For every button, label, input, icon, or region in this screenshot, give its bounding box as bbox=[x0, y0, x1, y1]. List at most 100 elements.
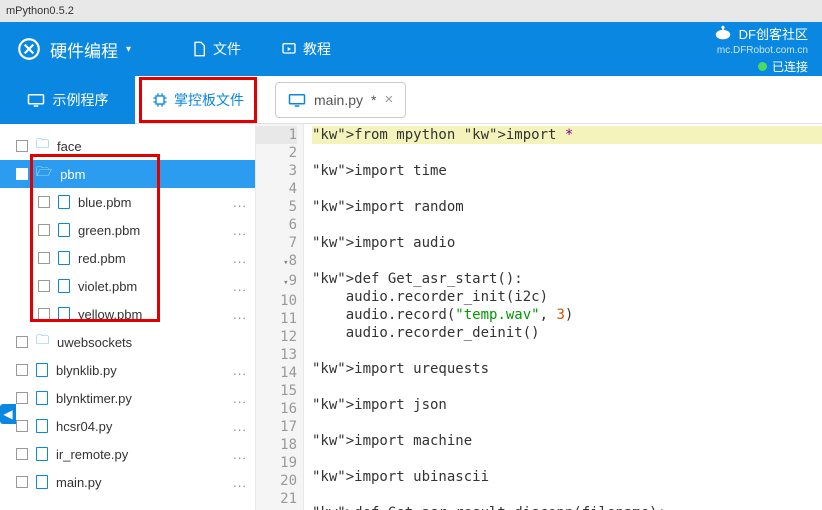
folder-open-icon: 🗁 bbox=[36, 163, 52, 185]
robot-icon bbox=[713, 25, 733, 41]
tree-file[interactable]: blue.pbm... bbox=[0, 188, 255, 216]
more-icon[interactable]: ... bbox=[233, 363, 247, 378]
checkbox-icon[interactable] bbox=[16, 392, 28, 404]
tree-folder-face[interactable]: 🗀 face bbox=[0, 132, 255, 160]
code-area[interactable]: "kw">from mpython "kw">import * "kw">imp… bbox=[304, 124, 822, 510]
more-icon[interactable]: ... bbox=[233, 279, 247, 294]
file-label: blue.pbm bbox=[78, 195, 131, 210]
tree-file[interactable]: violet.pbm... bbox=[0, 272, 255, 300]
checkbox-icon[interactable] bbox=[16, 140, 28, 152]
logo[interactable]: 硬件编程 ▾ bbox=[16, 36, 131, 62]
file-label: red.pbm bbox=[78, 251, 126, 266]
file-icon bbox=[58, 251, 70, 265]
tree-file[interactable]: ir_remote.py... bbox=[0, 440, 255, 468]
file-label: ir_remote.py bbox=[56, 447, 128, 462]
file-label: violet.pbm bbox=[78, 279, 137, 294]
checkbox-icon[interactable] bbox=[16, 168, 28, 180]
file-icon bbox=[58, 279, 70, 293]
file-label: hcsr04.py bbox=[56, 419, 112, 434]
menu: 文件 教程 bbox=[191, 39, 331, 59]
tree-file[interactable]: blynklib.py... bbox=[0, 356, 255, 384]
more-icon[interactable]: ... bbox=[233, 475, 247, 490]
chip-icon bbox=[152, 92, 168, 108]
file-icon bbox=[191, 41, 207, 57]
editor: 1234567▾8▾9101112131415161718192021▾22 "… bbox=[256, 124, 822, 510]
menu-file[interactable]: 文件 bbox=[191, 39, 241, 59]
more-icon[interactable]: ... bbox=[233, 391, 247, 406]
checkbox-icon[interactable] bbox=[38, 280, 50, 292]
brand-sub: mc.DFRobot.com.cn bbox=[717, 45, 808, 56]
play-icon bbox=[281, 41, 297, 57]
file-icon bbox=[36, 419, 48, 433]
file-icon bbox=[58, 195, 70, 209]
file-icon bbox=[36, 391, 48, 405]
file-label: green.pbm bbox=[78, 223, 140, 238]
body: 🗀 face 🗁 pbm blue.pbm...green.pbm...red.… bbox=[0, 124, 822, 510]
tree-folder-pbm[interactable]: 🗁 pbm bbox=[0, 160, 255, 188]
gutter: 1234567▾8▾9101112131415161718192021▾22 bbox=[256, 124, 304, 510]
app-title: mPython0.5.2 bbox=[6, 5, 74, 17]
chevron-down-icon: ▾ bbox=[126, 44, 131, 55]
connection-label: 已连接 bbox=[772, 58, 808, 75]
tab-board-files[interactable]: 掌控板文件 bbox=[139, 77, 257, 123]
more-icon[interactable]: ... bbox=[233, 223, 247, 238]
tabbar: 示例程序 掌控板文件 main.py * × bbox=[0, 76, 822, 124]
open-file-name: main.py bbox=[314, 92, 363, 108]
file-label: yellow.pbm bbox=[78, 307, 142, 322]
checkbox-icon[interactable] bbox=[38, 252, 50, 264]
more-icon[interactable]: ... bbox=[233, 195, 247, 210]
header: 硬件编程 ▾ 文件 教程 DF创客社区 mc.DFRobot.com.cn 已连… bbox=[0, 22, 822, 76]
file-icon bbox=[58, 307, 70, 321]
file-label: blynklib.py bbox=[56, 363, 117, 378]
tree-file[interactable]: main.py... bbox=[0, 468, 255, 496]
sidebar: 🗀 face 🗁 pbm blue.pbm...green.pbm...red.… bbox=[0, 124, 256, 510]
monitor-icon bbox=[288, 93, 306, 107]
folder-label: uwebsockets bbox=[57, 335, 132, 350]
tree-file[interactable]: yellow.pbm... bbox=[0, 300, 255, 328]
brand[interactable]: DF创客社区 bbox=[713, 24, 808, 43]
dirty-indicator: * bbox=[371, 92, 376, 108]
tree-file[interactable]: green.pbm... bbox=[0, 216, 255, 244]
logo-icon bbox=[16, 36, 42, 62]
status-dot-icon bbox=[758, 62, 767, 71]
checkbox-icon[interactable] bbox=[16, 448, 28, 460]
tree-file[interactable]: hcsr04.py... bbox=[0, 412, 255, 440]
checkbox-icon[interactable] bbox=[38, 196, 50, 208]
tree-folder-uwebsockets[interactable]: 🗀 uwebsockets bbox=[0, 328, 255, 356]
more-icon[interactable]: ... bbox=[233, 251, 247, 266]
checkbox-icon[interactable] bbox=[16, 336, 28, 348]
connection-status[interactable]: 已连接 bbox=[758, 58, 808, 75]
file-icon bbox=[36, 363, 48, 377]
close-icon[interactable]: × bbox=[384, 91, 393, 108]
header-right: DF创客社区 mc.DFRobot.com.cn 已连接 bbox=[713, 24, 808, 75]
checkbox-icon[interactable] bbox=[38, 308, 50, 320]
tab-examples[interactable]: 示例程序 bbox=[0, 76, 135, 124]
folder-icon: 🗀 bbox=[36, 331, 49, 353]
tab-open-file[interactable]: main.py * × bbox=[275, 82, 406, 118]
checkbox-icon[interactable] bbox=[38, 224, 50, 236]
folder-label: pbm bbox=[60, 167, 85, 182]
logo-text: 硬件编程 bbox=[50, 37, 118, 62]
file-label: blynktimer.py bbox=[56, 391, 132, 406]
menu-file-label: 文件 bbox=[213, 39, 241, 59]
collapse-handle[interactable]: ◀ bbox=[0, 404, 16, 424]
more-icon[interactable]: ... bbox=[233, 447, 247, 462]
monitor-icon bbox=[27, 93, 45, 107]
tree-file[interactable]: red.pbm... bbox=[0, 244, 255, 272]
tab-examples-label: 示例程序 bbox=[53, 90, 109, 110]
folder-icon: 🗀 bbox=[36, 135, 49, 157]
more-icon[interactable]: ... bbox=[233, 419, 247, 434]
file-label: main.py bbox=[56, 475, 102, 490]
tab-board-files-label: 掌控板文件 bbox=[174, 90, 244, 110]
tree-file[interactable]: blynktimer.py... bbox=[0, 384, 255, 412]
menu-tutorial-label: 教程 bbox=[303, 39, 331, 59]
checkbox-icon[interactable] bbox=[16, 476, 28, 488]
more-icon[interactable]: ... bbox=[233, 307, 247, 322]
menu-tutorial[interactable]: 教程 bbox=[281, 39, 331, 59]
checkbox-icon[interactable] bbox=[16, 364, 28, 376]
titlebar: mPython0.5.2 bbox=[0, 0, 822, 22]
checkbox-icon[interactable] bbox=[16, 420, 28, 432]
file-icon bbox=[36, 447, 48, 461]
brand-text: DF创客社区 bbox=[739, 24, 808, 43]
folder-label: face bbox=[57, 139, 82, 154]
